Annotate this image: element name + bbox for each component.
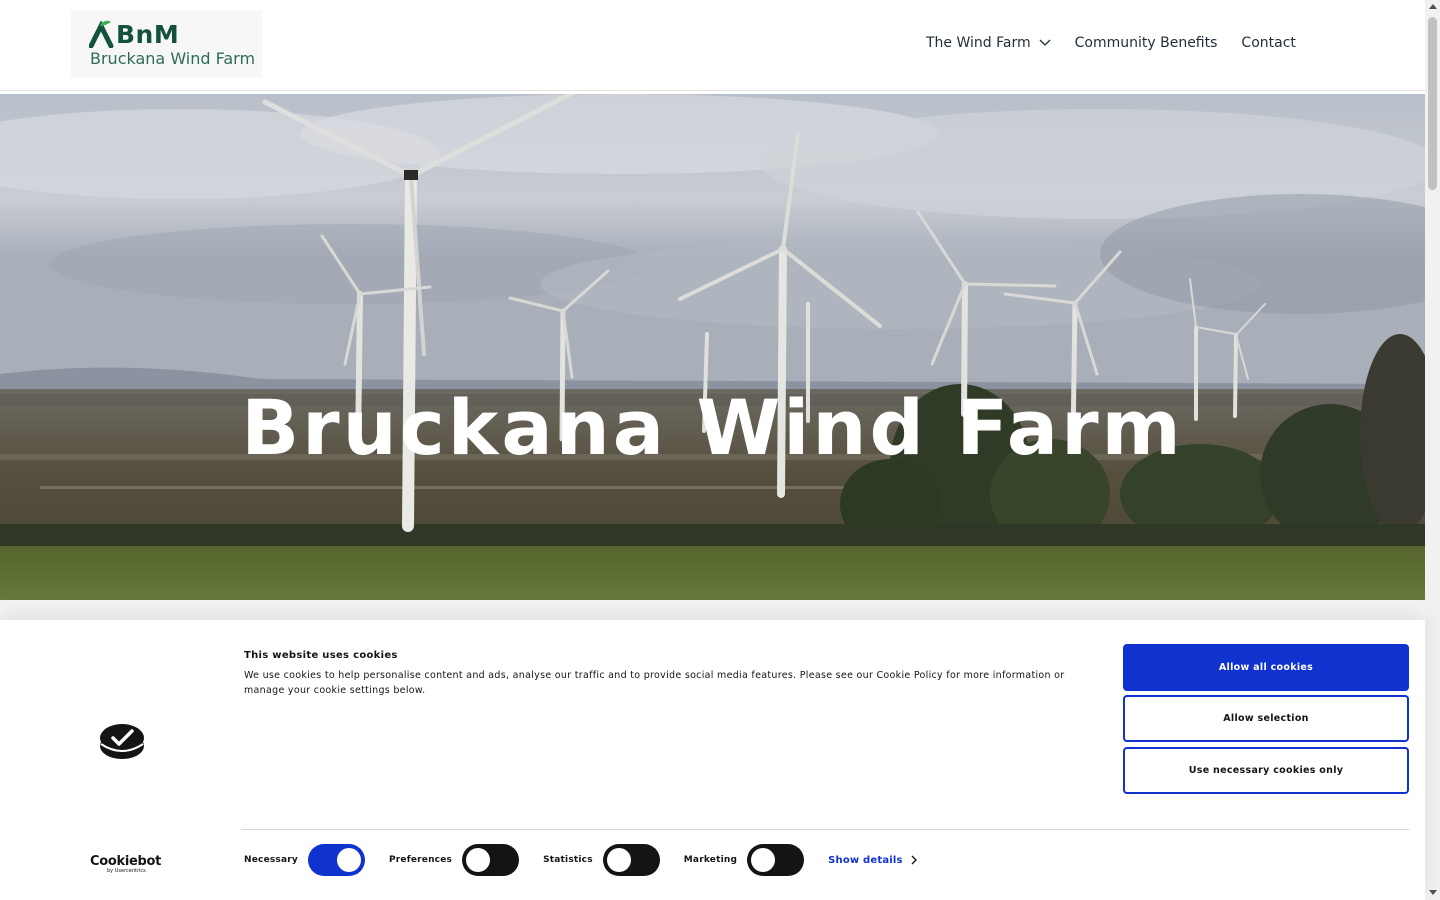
nav-item-label: Community Benefits (1074, 35, 1218, 51)
toggle-knob (336, 848, 361, 872)
nav-item-the-wind-farm[interactable]: The Wind Farm (926, 35, 1051, 51)
cookiebot-logo-icon (100, 724, 144, 759)
cookie-divider (241, 829, 1409, 830)
hero-image (0, 94, 1425, 600)
necessary-cookies-only-button[interactable]: Use necessary cookies only (1123, 747, 1409, 794)
show-details-link[interactable]: Show details (828, 855, 917, 866)
scrollbar-thumb[interactable] (1428, 17, 1437, 190)
cookie-title: This website uses cookies (244, 650, 398, 661)
toggle-knob (466, 848, 491, 872)
toggle-group-necessary: Necessary (244, 844, 365, 876)
preferences-toggle[interactable] (462, 844, 520, 876)
content-strip (0, 600, 1425, 620)
toggle-group-preferences: Preferences (388, 844, 520, 876)
toggle-group-marketing: Marketing (683, 844, 805, 876)
hero-title: Bruckana Wind Farm (241, 383, 1184, 472)
toggle-group-statistics: Statistics (543, 844, 660, 876)
cookiebot-subtext: by Usercentrics (107, 868, 146, 874)
bnm-leaf-icon (89, 20, 114, 48)
cookiebot-wordmark: Cookiebot (90, 854, 162, 869)
hero-banner: Bruckana Wind Farm (0, 94, 1425, 600)
scroll-up-arrow-icon[interactable] (1429, 4, 1437, 9)
nav-item-label: Contact (1241, 35, 1296, 51)
chevron-right-icon (911, 855, 917, 865)
cookiebot-brand[interactable]: Cookiebot by Usercentrics (90, 855, 161, 874)
scroll-down-arrow-icon[interactable] (1429, 890, 1437, 895)
logo-brand: BnM (116, 20, 180, 49)
site-header: BnM Bruckana Wind Farm The Wind Farm Com… (0, 0, 1425, 91)
nav-item-label: The Wind Farm (926, 35, 1031, 51)
toggle-label-necessary: Necessary (244, 855, 298, 865)
toggle-knob (606, 848, 631, 872)
chevron-down-icon (1039, 39, 1051, 46)
site-logo[interactable]: BnM Bruckana Wind Farm (71, 10, 262, 78)
page-scrollbar[interactable] (1425, 0, 1440, 900)
marketing-toggle[interactable] (747, 844, 805, 876)
statistics-toggle[interactable] (602, 844, 660, 876)
allow-all-cookies-button[interactable]: Allow all cookies (1123, 644, 1409, 691)
necessary-toggle[interactable] (307, 844, 365, 876)
allow-selection-button[interactable]: Allow selection (1123, 695, 1409, 742)
nav-item-community-benefits[interactable]: Community Benefits (1075, 35, 1218, 51)
toggle-label-preferences: Preferences (388, 855, 453, 865)
cookie-description: We use cookies to help personalise conte… (244, 670, 1065, 696)
logo-site-name: Bruckana Wind Farm (90, 49, 256, 68)
toggle-label-marketing: Marketing (683, 855, 738, 865)
show-details-label: Show details (828, 854, 903, 866)
cookie-consent-banner: This website uses cookies We use cookies… (0, 620, 1425, 900)
toggle-knob (751, 848, 776, 872)
toggle-label-statistics: Statistics (543, 855, 593, 865)
nav-item-contact[interactable]: Contact (1241, 35, 1295, 51)
main-nav: The Wind Farm Community Benefits Contact (926, 35, 1296, 51)
cookie-category-toggles: Necessary Preferences Statistics Marketi… (244, 844, 917, 876)
